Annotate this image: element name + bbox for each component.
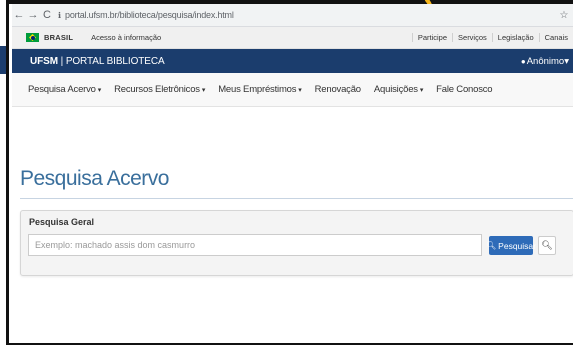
browser-toolbar: ← → C ℹ portal.ufsm.br/biblioteca/pesqui… bbox=[12, 4, 573, 27]
advanced-search-button[interactable]: 🔍︎ bbox=[538, 236, 556, 255]
search-panel-label: Pesquisa Geral bbox=[29, 217, 95, 227]
chevron-down-icon: ▾ bbox=[564, 55, 569, 67]
main-menu: Pesquisa Acervo ▾ Recursos Eletrônicos ▾ M… bbox=[12, 73, 573, 107]
reload-icon[interactable]: C bbox=[40, 9, 54, 21]
menu-item-label: Renovação bbox=[314, 84, 361, 95]
back-arrow-icon[interactable]: ← bbox=[12, 9, 26, 21]
gov-link-participe[interactable]: Participe bbox=[411, 33, 452, 42]
search-button-label: Pesquisar bbox=[498, 240, 536, 251]
gov-link-legislacao[interactable]: Legislação bbox=[491, 33, 539, 42]
gov-link-canais[interactable]: Canais bbox=[538, 33, 573, 42]
search-panel: Pesquisa Geral Exemplo: machado assis do… bbox=[20, 210, 573, 276]
menu-item-aquisicoes[interactable]: Aquisições ▾ bbox=[373, 84, 424, 95]
brand-portal-name: PORTAL BIBLIOTECA bbox=[65, 55, 165, 67]
portal-brand[interactable]: UFSM | PORTAL BIBLIOTECA bbox=[30, 56, 165, 67]
chevron-down-icon: ▾ bbox=[201, 87, 206, 94]
window-left-border bbox=[0, 0, 9, 345]
portal-header: UFSM | PORTAL BIBLIOTECA ● Anônimo ▾ bbox=[12, 49, 573, 73]
menu-item-meus-emprestimos[interactable]: Meus Empréstimos ▾ bbox=[218, 84, 302, 95]
menu-item-label: Recursos Eletrônicos bbox=[114, 84, 200, 95]
info-icon[interactable]: ℹ bbox=[58, 11, 61, 20]
page-title: Pesquisa Acervo bbox=[20, 167, 169, 190]
user-menu[interactable]: ● Anônimo ▾ bbox=[521, 56, 569, 67]
menu-item-label: Fale Conosco bbox=[436, 84, 493, 95]
chevron-down-icon: ▾ bbox=[97, 87, 102, 94]
menu-item-fale-conosco[interactable]: Fale Conosco bbox=[436, 84, 492, 95]
gov-link-servicos[interactable]: Serviços bbox=[452, 33, 492, 42]
brazil-flag-icon bbox=[26, 33, 39, 42]
menu-item-renovacao[interactable]: Renovação bbox=[315, 84, 361, 95]
user-name: Anônimo bbox=[526, 55, 565, 67]
zoom-search-icon: 🔍︎ bbox=[541, 240, 553, 250]
address-bar[interactable]: ℹ portal.ufsm.br/biblioteca/pesquisa/ind… bbox=[58, 7, 555, 23]
title-divider bbox=[20, 198, 573, 199]
menu-item-pesquisa-acervo[interactable]: Pesquisa Acervo ▾ bbox=[28, 84, 101, 95]
brand-org: UFSM bbox=[30, 55, 58, 67]
brand-separator: | bbox=[60, 55, 64, 67]
menu-item-recursos-eletronicos[interactable]: Recursos Eletrônicos ▾ bbox=[114, 84, 205, 95]
user-icon: ● bbox=[520, 56, 526, 66]
bookmark-star-icon[interactable]: ☆ bbox=[555, 10, 573, 21]
gov-links: Participe Serviços Legislação Canais bbox=[411, 33, 573, 42]
menu-item-label: Pesquisa Acervo bbox=[28, 84, 96, 95]
search-icon: 🔍︎ bbox=[486, 241, 497, 250]
search-input[interactable]: Exemplo: machado assis dom casmurro bbox=[28, 234, 482, 256]
gov-acesso-link[interactable]: Acesso à informação bbox=[91, 33, 161, 42]
url-text[interactable]: portal.ufsm.br/biblioteca/pesquisa/index… bbox=[65, 10, 234, 20]
gov-brasil-link[interactable]: BRASIL bbox=[44, 33, 73, 42]
menu-item-label: Aquisições bbox=[373, 84, 418, 95]
chevron-down-icon: ▾ bbox=[419, 87, 424, 94]
search-button[interactable]: 🔍︎ Pesquisar bbox=[486, 236, 536, 255]
forward-arrow-icon[interactable]: → bbox=[26, 9, 40, 21]
chevron-down-icon: ▾ bbox=[298, 87, 302, 94]
government-bar: BRASIL Acesso à informação Participe Ser… bbox=[12, 27, 573, 49]
taskbar-edge bbox=[0, 46, 6, 74]
menu-item-label: Meus Empréstimos bbox=[218, 84, 297, 95]
